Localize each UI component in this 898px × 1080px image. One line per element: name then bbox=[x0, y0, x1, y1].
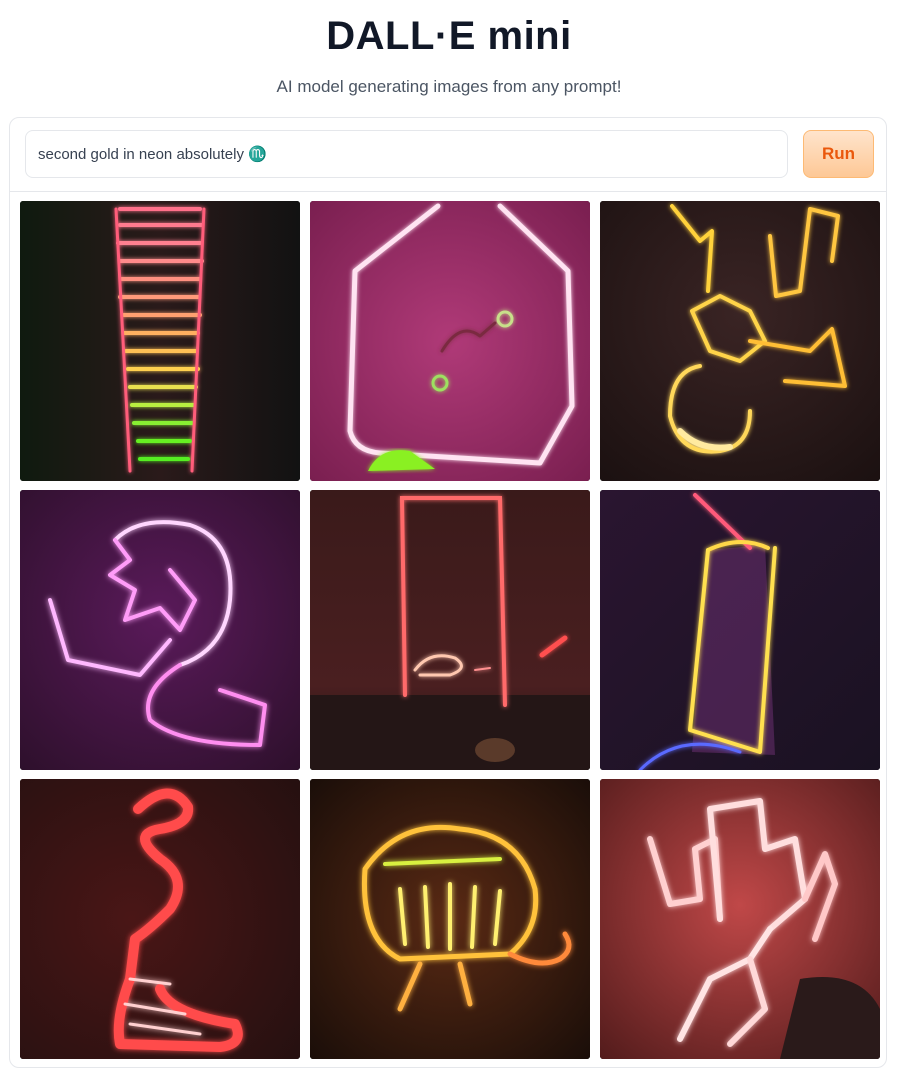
generated-image-5[interactable] bbox=[310, 490, 590, 770]
generated-image-7[interactable] bbox=[20, 779, 300, 1059]
run-button[interactable]: Run bbox=[803, 130, 874, 178]
page-title: DALL·E mini bbox=[326, 14, 572, 58]
prompt-row: Run bbox=[10, 118, 886, 192]
prompt-input[interactable] bbox=[25, 130, 788, 178]
generator-panel: Run bbox=[9, 117, 887, 1068]
generated-image-6[interactable] bbox=[600, 490, 880, 770]
image-gallery bbox=[20, 201, 880, 1059]
generated-image-9[interactable] bbox=[600, 779, 880, 1059]
generated-image-8[interactable] bbox=[310, 779, 590, 1059]
generated-image-1[interactable] bbox=[20, 201, 300, 481]
generated-image-2[interactable] bbox=[310, 201, 590, 481]
app-page: DALL·E mini AI model generating images f… bbox=[0, 0, 898, 1080]
page-subtitle: AI model generating images from any prom… bbox=[276, 77, 622, 96]
generated-image-3[interactable] bbox=[600, 201, 880, 481]
generated-image-4[interactable] bbox=[20, 490, 300, 770]
